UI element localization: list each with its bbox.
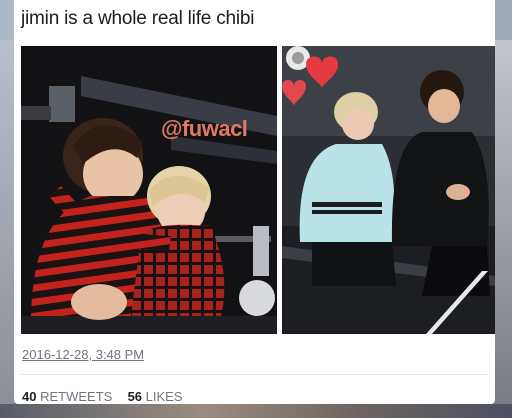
tweet-photo-right[interactable] xyxy=(282,46,495,334)
retweets-label[interactable]: RETWEETS xyxy=(40,389,112,404)
background-blur-left xyxy=(0,40,14,404)
retweets-count[interactable]: 40 xyxy=(22,389,36,404)
likes-label[interactable]: LIKES xyxy=(146,389,183,404)
background-blur-right xyxy=(494,40,512,404)
tweet-stats: 40 RETWEETS 56 LIKES xyxy=(22,389,183,404)
likes-count[interactable]: 56 xyxy=(128,389,142,404)
tweet-card: jimin is a whole real life chibi @fuwacl… xyxy=(14,0,495,404)
tweet-text: jimin is a whole real life chibi xyxy=(21,8,255,29)
divider xyxy=(20,374,489,375)
tweet-timestamp[interactable]: 2016-12-28, 3:48 PM xyxy=(22,347,144,362)
tweet-photo-left[interactable]: @fuwacl xyxy=(21,46,277,334)
photo-left-image xyxy=(21,46,277,334)
photo-watermark: @fuwacl xyxy=(161,116,248,141)
background-blur-bottom xyxy=(0,404,512,418)
photo-right-image xyxy=(282,46,495,334)
